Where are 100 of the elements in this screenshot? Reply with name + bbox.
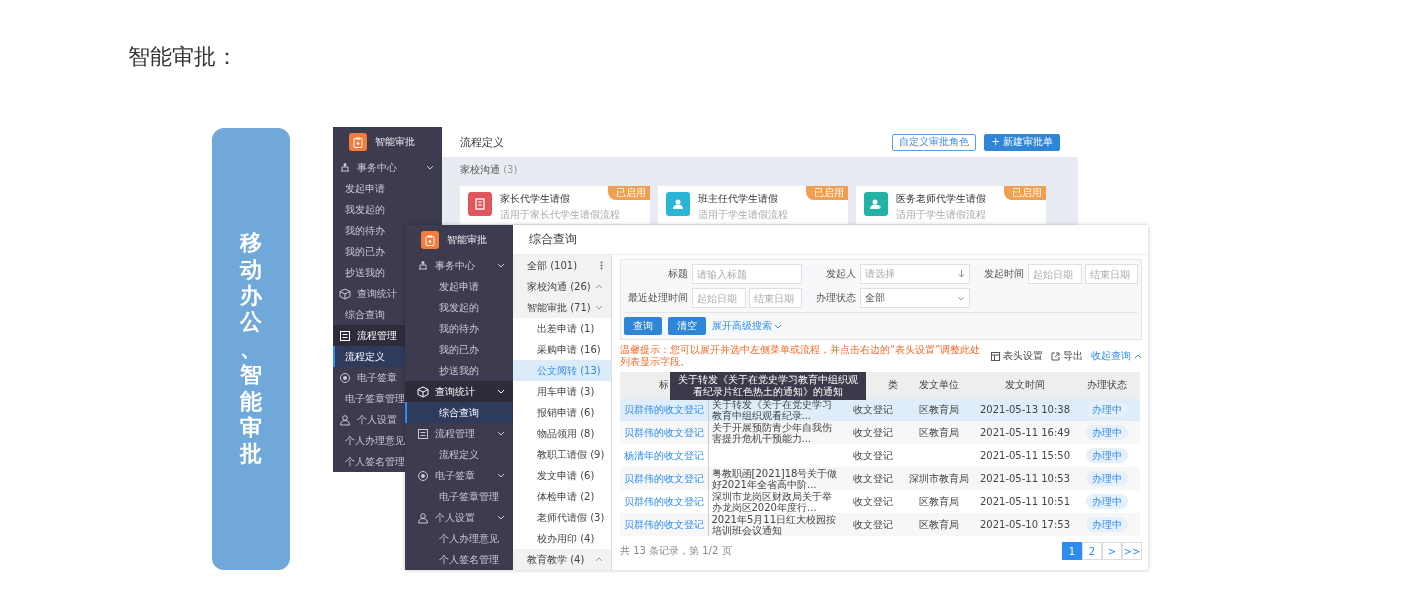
- menu-group[interactable]: 查询统计: [333, 283, 405, 304]
- corner-ribbon: 已启用: [608, 186, 650, 200]
- chevron-up-icon: [1134, 353, 1142, 359]
- input-field[interactable]: 请输入标题: [692, 264, 802, 284]
- process-card[interactable]: 家长代学生请假 已启用 适用于家长代学生请假流程: [460, 186, 650, 224]
- category-item[interactable]: 教育教学 (4): [513, 549, 611, 570]
- menu-item[interactable]: 流程定义: [405, 444, 513, 465]
- header-cell: 办理状态: [1087, 378, 1127, 392]
- table-cell: 2021-05-11 10:51: [979, 496, 1071, 507]
- action-button[interactable]: 清空: [668, 317, 706, 335]
- table-cell: 粤教职函[2021]18号关于做好2021年全省高中阶...: [711, 467, 838, 490]
- menu-item[interactable]: 个人签名管理: [333, 451, 405, 472]
- menu-item[interactable]: 我发起的: [405, 297, 513, 318]
- card-title: 班主任代学生请假: [698, 192, 778, 206]
- menu-item[interactable]: 综合查询: [405, 402, 513, 423]
- menu-group[interactable]: 个人设置: [333, 409, 405, 430]
- menu-item[interactable]: 个人办理意见: [333, 430, 405, 451]
- page-title: 综合查询: [529, 231, 577, 248]
- table-cell: 区教育局: [919, 404, 959, 415]
- category-item[interactable]: 家校沟通 (26): [513, 276, 611, 297]
- action-button[interactable]: 查询: [624, 317, 662, 335]
- corner-ribbon: 已启用: [1004, 186, 1046, 200]
- corner-ribbon: 已启用: [806, 186, 848, 200]
- menu-item[interactable]: 抄送我的: [333, 262, 405, 283]
- menu-item[interactable]: 发起申请: [333, 178, 442, 199]
- page-title: 流程定义: [460, 134, 504, 150]
- table-cell: 2021年5月11日红大校园按培训班会议通知: [711, 513, 837, 536]
- export-button[interactable]: 导出: [1051, 349, 1083, 363]
- page-button[interactable]: >>: [1122, 542, 1142, 560]
- table-cell: 区教育局: [919, 519, 959, 530]
- menu-item[interactable]: 我的待办: [405, 318, 513, 339]
- card-title: 医务老师代学生请假: [896, 192, 986, 206]
- menu-group[interactable]: 个人设置: [405, 507, 513, 528]
- status-badge: 办理中: [1086, 402, 1128, 417]
- table-cell: 区教育局: [919, 496, 959, 507]
- menu-item[interactable]: 个人办理意见: [405, 528, 513, 549]
- column-settings-button[interactable]: 表头设置: [991, 349, 1043, 363]
- notice-text: 温馨提示：您可以展开并选中左侧菜单或流程，并点击右边的“表头设置”调整此处列表显示字段。: [620, 344, 981, 368]
- table-cell: 收文登记: [853, 450, 893, 461]
- title-link[interactable]: 贝群伟的收文登记: [623, 496, 704, 507]
- category-item[interactable]: 智能审批 (71): [513, 297, 611, 318]
- menu-item[interactable]: 流程定义: [333, 346, 405, 367]
- field-label: 发起时间: [984, 267, 1024, 281]
- menu-item[interactable]: 个人签名管理: [405, 549, 513, 570]
- menu-group[interactable]: 事务中心: [405, 255, 513, 276]
- columns-icon: [991, 351, 1000, 361]
- input-field[interactable]: 起始日期: [1028, 264, 1082, 284]
- menu-group[interactable]: 流程管理: [405, 423, 513, 444]
- table-cell: 收文登记: [853, 473, 893, 484]
- table-cell: 2021-05-13 10:38: [979, 404, 1071, 415]
- new-form-button[interactable]: + 新建审批单: [984, 133, 1060, 151]
- cube-icon: [339, 287, 351, 300]
- status-badge: 办理中: [1086, 471, 1128, 486]
- table-cell: 2021-05-11 16:49: [979, 427, 1071, 438]
- menu-item[interactable]: 我发起的: [333, 199, 442, 220]
- status-badge: 办理中: [1086, 425, 1128, 440]
- field-label: 标题: [668, 267, 688, 281]
- table-cell: 关于开展预防青少年自我伤害提升危机干预能力...: [711, 421, 832, 444]
- down-arrow-icon: [958, 270, 965, 278]
- seal-icon: [339, 371, 351, 384]
- menu-item[interactable]: 我的待办: [333, 220, 405, 241]
- menu-group[interactable]: 查询统计: [405, 381, 513, 402]
- input-field[interactable]: 起始日期: [692, 288, 746, 308]
- menu-item[interactable]: 发起申请: [405, 276, 513, 297]
- menu-item[interactable]: 综合查询: [333, 304, 405, 325]
- menu-item[interactable]: 我的已办: [333, 241, 405, 262]
- table-cell: 深圳市龙岗区财政局关于举办龙岗区2020年度行...: [711, 490, 832, 513]
- process-card[interactable]: 班主任代学生请假 已启用 适用于学生请假流程: [658, 186, 848, 224]
- collapse-link[interactable]: 收起查询: [1091, 349, 1142, 363]
- menu-group[interactable]: 电子签章: [405, 465, 513, 486]
- process-card[interactable]: 医务老师代学生请假 已启用 适用于学生请假流程: [856, 186, 1046, 224]
- menu-item[interactable]: 电子签章管理: [405, 486, 513, 507]
- field-label: 办理状态: [816, 291, 856, 305]
- page-heading: 智能审批：: [128, 43, 238, 71]
- menu-item[interactable]: 我的已办: [405, 339, 513, 360]
- table-cell: 区教育局: [919, 427, 959, 438]
- menu-item[interactable]: 电子签章管理: [333, 388, 405, 409]
- select-field[interactable]: 全部: [860, 288, 970, 308]
- menu-item[interactable]: 抄送我的: [405, 360, 513, 381]
- card-description: 适用于学生请假流程: [896, 208, 986, 222]
- section-count: (3): [503, 164, 518, 175]
- app-title: 智能审批: [447, 233, 487, 247]
- field-label: 最近处理时间: [628, 291, 688, 305]
- menu-group[interactable]: 事务中心: [333, 157, 442, 178]
- title-link[interactable]: 杨清年的收文登记: [623, 450, 704, 461]
- role-button[interactable]: 自定义审批角色: [892, 133, 977, 151]
- page-button[interactable]: >: [1102, 542, 1122, 560]
- table-cell: 深圳市教育局: [909, 473, 969, 484]
- input-field[interactable]: 结束日期: [1084, 264, 1138, 284]
- org-icon: [417, 259, 429, 272]
- menu-group[interactable]: 流程管理: [333, 325, 405, 346]
- form-icon: [417, 427, 429, 440]
- header-cell: 标: [659, 378, 669, 392]
- category-item[interactable]: 全部 (101): [513, 255, 611, 276]
- input-field[interactable]: 结束日期: [748, 288, 802, 308]
- cube-icon: [417, 385, 429, 398]
- card-title: 家长代学生请假: [500, 192, 570, 206]
- clipboard-icon: [353, 136, 363, 148]
- menu-group[interactable]: 电子签章: [333, 367, 405, 388]
- form-icon: [339, 329, 351, 342]
